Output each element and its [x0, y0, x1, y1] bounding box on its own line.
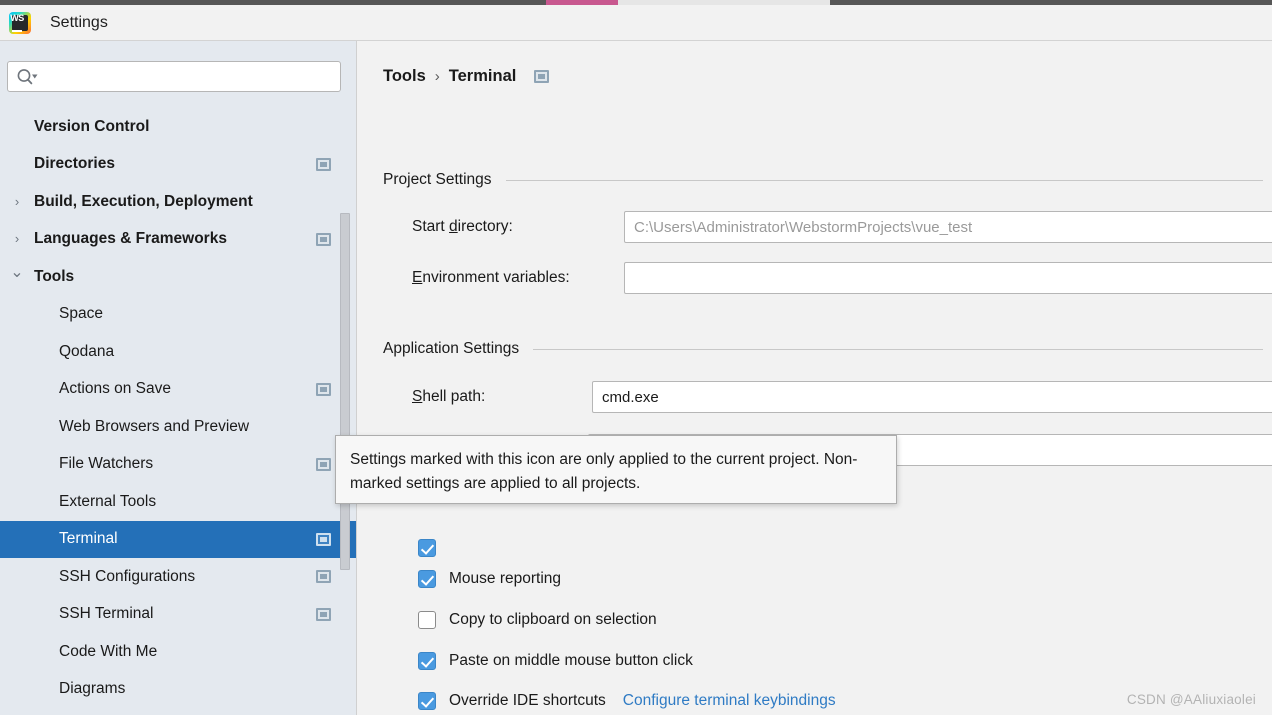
chevron-right-icon[interactable]: ›: [10, 194, 24, 209]
sidebar-item-diagrams[interactable]: Diagrams: [0, 671, 357, 709]
sidebar-item-version-control[interactable]: Version Control: [0, 108, 357, 146]
sidebar-item-label: Build, Execution, Deployment: [34, 192, 253, 210]
sidebar-item-terminal[interactable]: Terminal: [0, 520, 357, 558]
chevron-down-icon[interactable]: ⌄: [10, 264, 24, 284]
sidebar-item-label: Languages & Frameworks: [34, 230, 227, 248]
sidebar-item-label: Tools: [34, 267, 75, 285]
sidebar-item-directories[interactable]: Directories: [0, 146, 357, 184]
environment-variables-label: Environment variables:: [412, 269, 570, 286]
project-scope-icon: [316, 457, 331, 471]
checkbox-checked-icon[interactable]: [418, 692, 436, 710]
sidebar-item-file-watchers[interactable]: File Watchers: [0, 446, 357, 484]
search-icon[interactable]: [16, 68, 38, 86]
sidebar-item-label: Space: [59, 305, 103, 323]
sidebar-item-ssh-terminal[interactable]: SSH Terminal: [0, 596, 357, 634]
sidebar-item-external-tools[interactable]: External Tools: [0, 483, 357, 521]
window-title: Settings: [50, 13, 108, 31]
sidebar-item-label: Web Browsers and Preview: [59, 417, 250, 435]
checkbox-label: Paste on middle mouse button click: [449, 652, 693, 669]
project-scope-icon: [316, 532, 331, 546]
sidebar-item-label: Diagrams: [59, 680, 126, 698]
checkbox-label: Override IDE shortcuts: [449, 692, 606, 709]
sidebar-item-label: Directories: [34, 155, 115, 173]
start-directory-input[interactable]: [624, 211, 1272, 243]
checkbox-row-copy-to-clipboard-on-selection[interactable]: Copy to clipboard on selection: [418, 609, 657, 631]
sidebar-item-label: Actions on Save: [59, 380, 172, 398]
project-scope-icon: [316, 232, 331, 246]
sidebar-item-label: Code With Me: [59, 642, 158, 660]
sidebar-item-label: SSH Configurations: [59, 567, 196, 585]
checkbox-unchecked-icon[interactable]: [418, 611, 436, 629]
checkbox-checked-icon[interactable]: [418, 570, 436, 588]
section-rule: [533, 348, 1263, 350]
sidebar-item-label: File Watchers: [59, 455, 154, 473]
search-input[interactable]: [42, 62, 338, 93]
webstorm-logo-icon: WS: [9, 11, 31, 34]
sidebar-item-languages-frameworks[interactable]: › Languages & Frameworks: [0, 221, 357, 259]
checkbox-label: Mouse reporting: [449, 570, 562, 587]
settings-sidebar: Version Control Directories › Build, Execut…: [0, 41, 357, 715]
project-scope-icon: [316, 570, 331, 584]
checkbox-row-occluded-option[interactable]: [418, 537, 449, 559]
window-titlebar: WS Settings: [0, 5, 1272, 41]
shell-path-label: Shell path:: [412, 388, 486, 405]
breadcrumb-root[interactable]: Tools: [383, 67, 426, 86]
application-settings-heading: Application Settings: [383, 340, 1263, 358]
checkbox-checked-icon[interactable]: [418, 652, 436, 670]
sidebar-item-ssh-configurations[interactable]: SSH Configurations: [0, 558, 357, 596]
search-box[interactable]: [7, 61, 341, 93]
sidebar-item-label: Terminal: [59, 530, 118, 548]
project-settings-heading: Project Settings: [383, 171, 1263, 189]
sidebar-item-actions-on-save[interactable]: Actions on Save: [0, 371, 357, 409]
sidebar-item-label: SSH Terminal: [59, 605, 154, 623]
sidebar-item-label: External Tools: [59, 492, 157, 510]
checkbox-row-paste-on-middle-mouse-button-click[interactable]: Paste on middle mouse button click: [418, 650, 693, 672]
project-scope-tooltip: Settings marked with this icon are only …: [335, 435, 897, 504]
sidebar-item-space[interactable]: Space: [0, 296, 357, 334]
watermark: CSDN @AAliuxiaolei: [1126, 692, 1256, 707]
checkbox-row-override-ide-shortcuts[interactable]: Override IDE shortcuts Configure terminal…: [418, 690, 836, 712]
environment-variables-input[interactable]: [624, 262, 1272, 294]
configure-terminal-keybindings-link[interactable]: Configure terminal keybindings: [623, 692, 836, 710]
start-directory-label: Start directory:: [412, 218, 513, 235]
chevron-right-icon[interactable]: ›: [10, 232, 24, 246]
sidebar-item-build-execution-deployment[interactable]: › Build, Execution, Deployment: [0, 183, 357, 221]
breadcrumb-separator-icon: ›: [434, 68, 440, 85]
checkbox-row-mouse-reporting[interactable]: Mouse reporting: [418, 568, 561, 590]
sidebar-item-code-with-me[interactable]: Code With Me: [0, 633, 357, 671]
sidebar-item-web-browsers-and-preview[interactable]: Web Browsers and Preview: [0, 408, 357, 446]
settings-tree: Version Control Directories › Build, Execut…: [0, 108, 357, 708]
sidebar-item-tools[interactable]: ⌄ Tools: [0, 258, 357, 296]
sidebar-divider: [356, 41, 357, 715]
sidebar-item-label: Qodana: [59, 342, 115, 360]
webstorm-logo-text: WS: [10, 12, 24, 23]
sidebar-scrollbar-thumb[interactable]: [340, 213, 350, 570]
project-scope-icon: [316, 382, 331, 396]
shell-path-input[interactable]: [592, 381, 1272, 413]
project-scope-icon[interactable]: [534, 70, 550, 83]
section-rule: [505, 179, 1263, 181]
sidebar-item-qodana[interactable]: Qodana: [0, 333, 357, 371]
checkbox-checked-icon[interactable]: [418, 539, 436, 557]
sidebar-item-label: Version Control: [34, 117, 150, 135]
checkbox-label: Copy to clipboard on selection: [449, 611, 657, 628]
project-scope-icon: [316, 607, 331, 621]
breadcrumb: Tools › Terminal: [383, 67, 550, 86]
breadcrumb-current: Terminal: [448, 67, 517, 85]
project-scope-icon: [316, 157, 331, 171]
settings-main-panel: Tools › Terminal Project Settings Start …: [358, 41, 1272, 715]
